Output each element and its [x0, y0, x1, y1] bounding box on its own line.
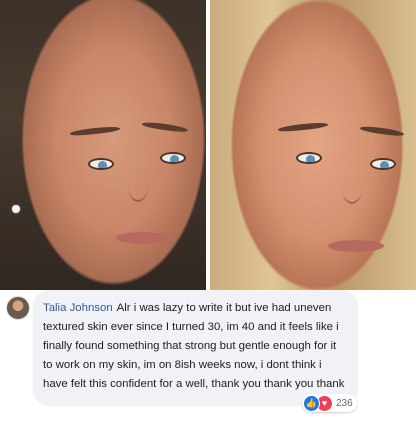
nose — [342, 172, 362, 204]
nose — [128, 170, 148, 202]
left-eye — [296, 152, 322, 164]
comment-author-link[interactable]: Talia Johnson — [43, 302, 113, 314]
like-icon: 👍 — [303, 394, 320, 412]
lips — [116, 232, 168, 244]
comment-text: Alr i was lazy to write it but ive had u… — [43, 302, 345, 390]
reaction-count: 236 — [336, 397, 353, 409]
after-photo — [210, 0, 416, 290]
left-eyebrow — [69, 125, 121, 137]
earring — [12, 205, 20, 213]
right-eye — [370, 158, 396, 170]
lips — [328, 240, 384, 252]
comment-bubble: Talia Johnson Alr i was lazy to write it … — [33, 290, 358, 406]
left-eye — [88, 158, 114, 170]
commenter-avatar[interactable] — [6, 296, 30, 320]
before-after-photos — [0, 0, 416, 290]
comment-body: Talia Johnson Alr i was lazy to write it … — [43, 299, 348, 394]
reaction-summary[interactable]: 👍 ♥ 236 — [302, 394, 357, 412]
before-photo — [0, 0, 206, 290]
right-eye — [160, 152, 186, 164]
right-eyebrow — [141, 120, 189, 134]
left-eyebrow — [277, 121, 329, 133]
right-eyebrow — [359, 124, 405, 138]
